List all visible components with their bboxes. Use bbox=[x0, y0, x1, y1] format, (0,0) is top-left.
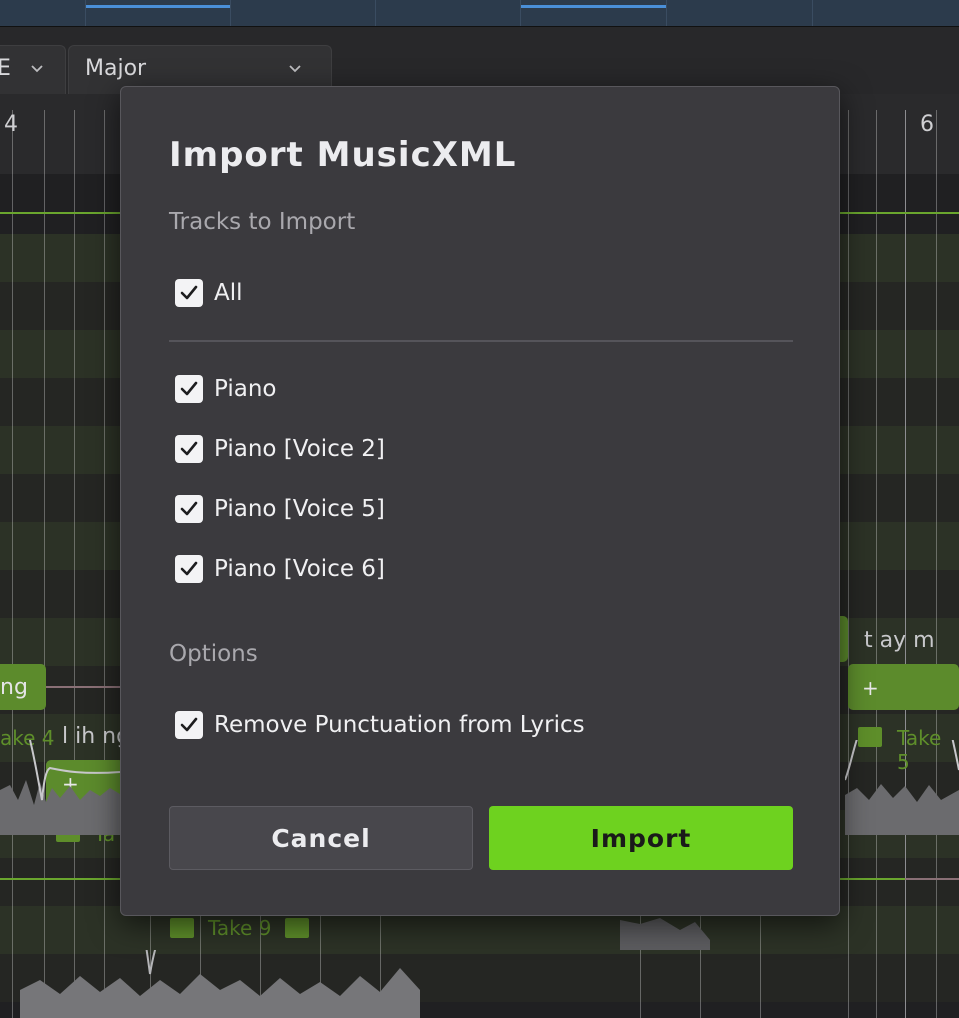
divider bbox=[169, 340, 793, 342]
audio-waveform bbox=[620, 918, 710, 950]
track-checkbox-row[interactable]: Piano bbox=[175, 373, 277, 405]
remove-punctuation-checkbox[interactable] bbox=[175, 711, 203, 739]
audio-waveform bbox=[0, 740, 130, 835]
track-checkbox[interactable] bbox=[175, 555, 203, 583]
key-select[interactable]: E bbox=[0, 45, 66, 95]
chevron-down-icon bbox=[31, 65, 43, 73]
checkmark-icon bbox=[180, 501, 198, 516]
overview-tick bbox=[666, 0, 667, 26]
track-checkbox-row[interactable]: Piano [Voice 2] bbox=[175, 433, 385, 465]
pitch-connector-line bbox=[905, 878, 959, 880]
track-overview-bar bbox=[0, 0, 959, 26]
overview-tick bbox=[520, 0, 521, 26]
bar-number: 4 bbox=[4, 112, 18, 137]
grid-line bbox=[104, 110, 105, 1018]
cancel-button[interactable]: Cancel bbox=[169, 806, 473, 870]
chevron-down-icon bbox=[289, 65, 301, 73]
track-checkbox[interactable] bbox=[175, 495, 203, 523]
grid-line bbox=[74, 110, 75, 1018]
key-select-value: E bbox=[0, 56, 11, 81]
all-tracks-checkbox-row[interactable]: All bbox=[175, 277, 243, 309]
checkmark-icon bbox=[180, 561, 198, 576]
remove-punctuation-checkbox-row[interactable]: Remove Punctuation from Lyrics bbox=[175, 709, 585, 741]
tracks-section-label: Tracks to Import bbox=[169, 209, 356, 235]
bar-number: 6 bbox=[920, 112, 934, 137]
clapperboard-icon bbox=[170, 918, 194, 938]
overview-tick bbox=[812, 0, 813, 26]
grid-line bbox=[876, 110, 877, 1018]
grid-line bbox=[848, 110, 849, 1018]
track-label: Piano [Voice 5] bbox=[214, 496, 385, 522]
checkmark-icon bbox=[180, 381, 198, 396]
scale-select-value: Major bbox=[85, 56, 147, 81]
checkmark-icon bbox=[180, 717, 198, 732]
track-checkbox[interactable] bbox=[175, 435, 203, 463]
add-note-icon[interactable]: + bbox=[862, 676, 879, 700]
options-section-label: Options bbox=[169, 641, 258, 667]
dialog-title: Import MusicXML bbox=[169, 135, 517, 175]
overview-clip bbox=[86, 5, 230, 8]
overview-tick bbox=[230, 0, 231, 26]
note-lyric: ng bbox=[0, 675, 28, 700]
import-musicxml-dialog: Import MusicXML Tracks to Import All Pia… bbox=[120, 86, 840, 916]
checkmark-icon bbox=[180, 441, 198, 456]
track-checkbox[interactable] bbox=[175, 375, 203, 403]
checkmark-icon bbox=[180, 285, 198, 300]
track-checkbox-row[interactable]: Piano [Voice 6] bbox=[175, 553, 385, 585]
take-label: Take 9 bbox=[208, 916, 272, 940]
track-label: Piano bbox=[214, 376, 277, 402]
overview-clip bbox=[521, 5, 666, 8]
all-tracks-label: All bbox=[214, 280, 243, 306]
grid-line bbox=[936, 110, 937, 1018]
grid-line bbox=[760, 910, 761, 1018]
import-button[interactable]: Import bbox=[489, 806, 793, 870]
grid-line bbox=[44, 110, 45, 1018]
all-tracks-checkbox[interactable] bbox=[175, 279, 203, 307]
remove-punctuation-label: Remove Punctuation from Lyrics bbox=[214, 712, 585, 738]
bar-line bbox=[905, 110, 906, 1018]
track-label: Piano [Voice 2] bbox=[214, 436, 385, 462]
overview-tick bbox=[85, 0, 86, 26]
grid-line bbox=[12, 110, 13, 1018]
audio-waveform bbox=[845, 740, 959, 835]
editor-toolbar: E Major bbox=[0, 26, 959, 95]
overview-tick bbox=[375, 0, 376, 26]
pitch-connector-line bbox=[46, 686, 126, 688]
track-label: Piano [Voice 6] bbox=[214, 556, 385, 582]
track-checkbox-row[interactable]: Piano [Voice 5] bbox=[175, 493, 385, 525]
audio-waveform bbox=[20, 950, 420, 1018]
clapperboard-icon bbox=[285, 918, 309, 938]
note-lyric: t ay m bbox=[864, 628, 935, 653]
